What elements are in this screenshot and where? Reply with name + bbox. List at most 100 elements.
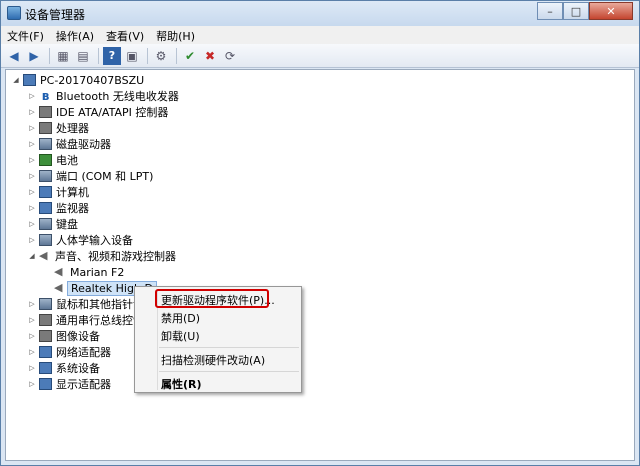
expand-arrow-icon[interactable]: ▷	[28, 204, 36, 212]
menu-view[interactable]: 查看(V)	[100, 26, 150, 44]
menu-uninstall[interactable]: 卸载(U)	[161, 328, 200, 344]
device-tree[interactable]: ◢ PC-20170407BSZU ▷ ʙ Bluetooth 无线电收发器 ▷…	[5, 69, 635, 461]
tree-item-imaging[interactable]: ▷ 图像设备	[28, 328, 100, 344]
help-icon[interactable]: ?	[103, 46, 121, 65]
expand-arrow-icon[interactable]: ▷	[28, 172, 36, 180]
usb-icon	[39, 314, 52, 326]
toolbar-separator	[176, 47, 177, 64]
expand-arrow-icon[interactable]: ▷	[28, 348, 36, 356]
tree-item-sound[interactable]: ◢ ◀ 声音、视频和游戏控制器	[28, 248, 176, 264]
tree-root[interactable]: ◢ PC-20170407BSZU	[12, 72, 144, 88]
tree-item-label: 人体学输入设备	[56, 234, 133, 247]
maximize-button[interactable]: □	[563, 2, 589, 20]
toolbar-separator	[49, 47, 50, 64]
computer-icon	[39, 186, 52, 198]
highlight-box	[155, 289, 269, 308]
tree-item-label: 磁盘驱动器	[56, 138, 111, 151]
scan-hardware-icon[interactable]: ⚙	[152, 47, 170, 65]
expand-arrow-icon[interactable]: ▷	[28, 316, 36, 324]
update-driver-icon[interactable]: ✔	[181, 47, 199, 65]
minimize-button[interactable]: –	[537, 2, 563, 20]
tree-item-processor[interactable]: ▷ 处理器	[28, 120, 89, 136]
computer-icon	[23, 74, 36, 86]
expand-arrow-icon[interactable]: ▷	[28, 92, 36, 100]
toolbar: ◀ ▶ ▦ ▤ ? ▣ ⚙ ✔ ✖ ⟳	[1, 44, 639, 68]
back-icon[interactable]: ◀	[5, 47, 23, 65]
view-icon[interactable]: ▣	[123, 47, 141, 65]
hid-icon	[39, 234, 52, 246]
menu-help[interactable]: 帮助(H)	[150, 26, 201, 44]
tree-item-display[interactable]: ▷ 显示适配器	[28, 376, 111, 392]
expand-arrow-icon[interactable]: ▷	[28, 300, 36, 308]
menu-disable[interactable]: 禁用(D)	[161, 310, 200, 326]
close-button[interactable]: ✕	[589, 2, 633, 20]
tree-item-keyboard[interactable]: ▷ 键盘	[28, 216, 78, 232]
window-title: 设备管理器	[25, 8, 86, 22]
tree-item-label: 显示适配器	[56, 378, 111, 391]
menu-bar: 文件(F) 操作(A) 查看(V) 帮助(H)	[1, 26, 639, 44]
menu-scan-hardware[interactable]: 扫描检测硬件改动(A)	[161, 352, 265, 368]
port-icon	[39, 170, 52, 182]
display-adapter-icon	[39, 378, 52, 390]
device-manager-icon	[7, 6, 21, 20]
network-icon	[39, 346, 52, 358]
keyboard-icon	[39, 218, 52, 230]
tree-root-label: PC-20170407BSZU	[40, 73, 145, 87]
expand-arrow-icon[interactable]: ▷	[28, 140, 36, 148]
tree-item-monitor[interactable]: ▷ 监视器	[28, 200, 89, 216]
tree-item-battery[interactable]: ▷ 电池	[28, 152, 78, 168]
expand-arrow-icon[interactable]: ▷	[28, 220, 36, 228]
tree-item-label: 计算机	[56, 186, 89, 199]
system-icon	[39, 362, 52, 374]
toolbar-separator	[147, 47, 148, 64]
tree-item-hid[interactable]: ▷ 人体学输入设备	[28, 232, 133, 248]
tree-item-disk[interactable]: ▷ 磁盘驱动器	[28, 136, 111, 152]
tree-item-label: 键盘	[56, 218, 78, 231]
tree-item-label: 电池	[56, 154, 78, 167]
ide-controller-icon	[39, 106, 52, 118]
collapse-arrow-icon[interactable]: ◢	[28, 252, 36, 260]
expand-arrow-icon[interactable]: ▷	[28, 332, 36, 340]
tree-item-network[interactable]: ▷ 网络适配器	[28, 344, 111, 360]
mouse-icon	[39, 298, 52, 310]
tree-item-label: 图像设备	[56, 330, 100, 343]
tree-item-label: Bluetooth 无线电收发器	[56, 90, 179, 103]
sound-icon: ◀	[39, 249, 48, 262]
tree-item-bluetooth[interactable]: ▷ ʙ Bluetooth 无线电收发器	[28, 88, 179, 104]
expand-arrow-icon[interactable]: ▷	[28, 124, 36, 132]
toolbar-separator	[98, 47, 99, 64]
menu-file[interactable]: 文件(F)	[1, 26, 50, 44]
show-hide-tree-icon[interactable]: ▦	[54, 47, 72, 65]
tree-item-label: 处理器	[56, 122, 89, 135]
tree-item-system[interactable]: ▷ 系统设备	[28, 360, 100, 376]
tree-item-label: 端口 (COM 和 LPT)	[56, 170, 154, 183]
menu-properties[interactable]: 属性(R)	[161, 376, 202, 392]
tree-item-marian[interactable]: ◀ Marian F2	[54, 264, 124, 280]
expand-arrow-icon[interactable]: ▷	[28, 236, 36, 244]
battery-icon	[39, 154, 52, 166]
imaging-icon	[39, 330, 52, 342]
collapse-arrow-icon[interactable]: ◢	[12, 76, 20, 84]
menu-action[interactable]: 操作(A)	[50, 26, 100, 44]
expand-arrow-icon[interactable]: ▷	[28, 188, 36, 196]
properties-icon[interactable]: ▤	[74, 47, 92, 65]
expand-arrow-icon[interactable]: ▷	[28, 380, 36, 388]
tree-item-ide[interactable]: ▷ IDE ATA/ATAPI 控制器	[28, 104, 168, 120]
refresh-icon[interactable]: ⟳	[221, 47, 239, 65]
tree-item-port[interactable]: ▷ 端口 (COM 和 LPT)	[28, 168, 153, 184]
monitor-icon	[39, 202, 52, 214]
expand-arrow-icon[interactable]: ▷	[28, 156, 36, 164]
context-menu-separator	[159, 347, 299, 348]
tree-item-label: 监视器	[56, 202, 89, 215]
title-bar[interactable]: 设备管理器 – □ ✕	[1, 1, 639, 26]
speaker-icon: ◀	[54, 281, 63, 294]
forward-icon[interactable]: ▶	[25, 47, 43, 65]
tree-item-label: 声音、视频和游戏控制器	[55, 250, 176, 263]
expand-arrow-icon[interactable]: ▷	[28, 108, 36, 116]
processor-icon	[39, 122, 52, 134]
expand-arrow-icon[interactable]: ▷	[28, 364, 36, 372]
speaker-icon: ◀	[54, 265, 63, 278]
tree-item-computer[interactable]: ▷ 计算机	[28, 184, 89, 200]
uninstall-icon[interactable]: ✖	[201, 47, 219, 65]
tree-item-label: 网络适配器	[56, 346, 111, 359]
